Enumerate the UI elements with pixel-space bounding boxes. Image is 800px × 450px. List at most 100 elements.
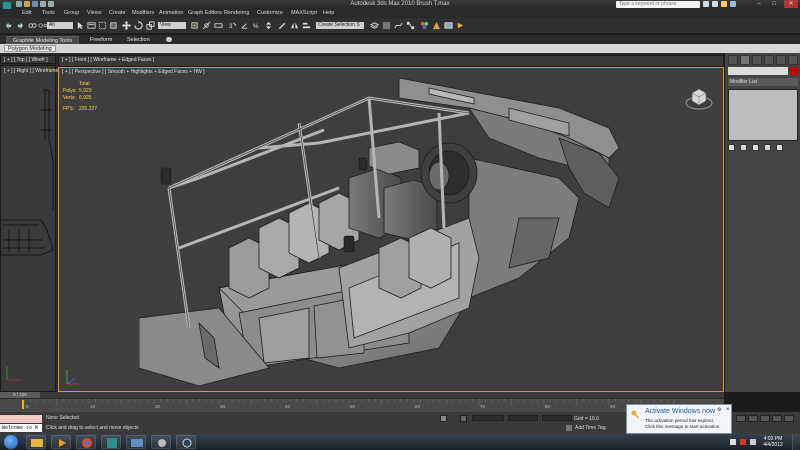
tab-selection[interactable]: Selection bbox=[121, 36, 156, 44]
next-frame-icon[interactable] bbox=[772, 415, 782, 422]
maxscript-mini-listener-top[interactable] bbox=[0, 415, 42, 423]
x-coordinate-field[interactable] bbox=[472, 415, 504, 421]
viewport-top[interactable]: [ + ] [ Top ] [ Wirefr ] bbox=[0, 55, 56, 64]
undo-tool-icon[interactable] bbox=[4, 21, 13, 30]
menu-rendering[interactable]: Rendering bbox=[224, 10, 249, 16]
keyboard-shortcut-icon[interactable] bbox=[214, 21, 223, 30]
display-tab-icon[interactable] bbox=[776, 55, 786, 65]
menu-maxscript[interactable]: MAXScript bbox=[291, 10, 317, 16]
scale-icon[interactable] bbox=[146, 21, 155, 30]
rotate-icon[interactable] bbox=[134, 21, 143, 30]
modifier-list-dropdown[interactable]: Modifier List bbox=[728, 78, 798, 86]
rect-selection-icon[interactable] bbox=[98, 21, 107, 30]
help-search-input[interactable]: Type a keyword or phrase bbox=[616, 1, 700, 8]
system-clock[interactable]: 4:03 PM 4/4/2012 bbox=[758, 436, 788, 448]
show-end-result-icon[interactable] bbox=[740, 144, 747, 151]
create-tab-icon[interactable] bbox=[728, 55, 738, 65]
select-by-name-icon[interactable] bbox=[87, 21, 96, 30]
track-bar[interactable]: 0 10 20 30 40 50 60 70 80 90 100 bbox=[0, 398, 724, 412]
tab-freeform[interactable]: Freeform bbox=[84, 36, 118, 44]
mirror-icon[interactable] bbox=[290, 21, 299, 30]
toast-close-icon[interactable]: × bbox=[726, 407, 730, 413]
reference-coord-select[interactable]: View bbox=[158, 22, 186, 29]
make-unique-icon[interactable] bbox=[752, 144, 759, 151]
tray-flag-icon[interactable] bbox=[730, 439, 736, 445]
pivot-center-icon[interactable] bbox=[190, 21, 199, 30]
search-icon[interactable] bbox=[703, 1, 709, 7]
taskbar-app-icon[interactable] bbox=[151, 435, 171, 449]
object-name-field[interactable] bbox=[728, 67, 788, 75]
rendered-frame-icon[interactable] bbox=[444, 21, 453, 30]
close-button[interactable]: ✕ bbox=[784, 0, 798, 8]
menu-help[interactable]: Help bbox=[323, 10, 334, 16]
tab-graphite-modeling-tools[interactable]: Graphite Modeling Tools bbox=[6, 36, 80, 44]
viewport-perspective[interactable]: [ + ] [ Perspective ] [ Smooth + Highlig… bbox=[58, 67, 724, 392]
time-tag-icon[interactable] bbox=[566, 425, 572, 431]
taskbar-steam-icon[interactable] bbox=[176, 435, 196, 449]
z-coordinate-field[interactable] bbox=[542, 415, 572, 421]
material-editor-icon[interactable] bbox=[420, 21, 429, 30]
go-to-start-icon[interactable] bbox=[736, 415, 746, 422]
menu-customize[interactable]: Customize bbox=[257, 10, 283, 16]
activation-notification[interactable]: Activate Windows now ⚙ × The activation … bbox=[626, 404, 732, 434]
schematic-view-icon[interactable] bbox=[406, 21, 415, 30]
select-manipulate-icon[interactable] bbox=[202, 21, 211, 30]
viewport-front-label[interactable]: [ + ] [ Front ] [ Wireframe + Edged Face… bbox=[62, 57, 154, 63]
snap-3d-icon[interactable]: 3 bbox=[228, 21, 237, 30]
favorites-icon[interactable] bbox=[721, 1, 727, 7]
taskbar-3dsmax-icon[interactable] bbox=[101, 435, 121, 449]
select-object-icon[interactable] bbox=[76, 21, 85, 30]
y-coordinate-field[interactable] bbox=[508, 415, 538, 421]
toast-options-icon[interactable]: ⚙ bbox=[717, 407, 721, 413]
viewport-top-label[interactable]: [ + ] [ Top ] [ Wirefr ] bbox=[4, 57, 48, 63]
menu-views[interactable]: Views bbox=[87, 10, 102, 16]
menu-edit[interactable]: Edit bbox=[22, 10, 31, 16]
go-to-end-icon[interactable] bbox=[784, 415, 794, 422]
menu-create[interactable]: Create bbox=[109, 10, 126, 16]
curve-editor-icon[interactable] bbox=[394, 21, 403, 30]
menu-animation[interactable]: Animation bbox=[159, 10, 183, 16]
window-crossing-icon[interactable] bbox=[109, 21, 118, 30]
remove-modifier-icon[interactable] bbox=[764, 144, 771, 151]
maximize-button[interactable]: □ bbox=[767, 0, 781, 8]
menu-graph-editors[interactable]: Graph Editors bbox=[188, 10, 222, 16]
render-setup-icon[interactable] bbox=[432, 21, 441, 30]
render-production-icon[interactable] bbox=[456, 21, 465, 30]
viewport-right[interactable]: [ + ] [ Right ] [ Wireframe ] bbox=[0, 65, 61, 392]
edit-named-selection-icon[interactable] bbox=[278, 21, 287, 30]
communication-center-icon[interactable] bbox=[712, 1, 718, 7]
help-icon[interactable] bbox=[730, 1, 736, 7]
absolute-transform-icon[interactable] bbox=[460, 415, 467, 422]
tray-antivirus-icon[interactable] bbox=[740, 439, 746, 445]
menu-modifiers[interactable]: Modifiers bbox=[132, 10, 154, 16]
unlink-icon[interactable] bbox=[38, 21, 47, 30]
redo-tool-icon[interactable] bbox=[16, 21, 25, 30]
show-desktop-button[interactable] bbox=[792, 434, 800, 450]
viewport-front[interactable]: [ + ] [ Front ] [ Wireframe + Edged Face… bbox=[58, 55, 724, 67]
taskbar-explorer-icon[interactable] bbox=[26, 435, 46, 449]
menu-tools[interactable]: Tools bbox=[42, 10, 55, 16]
layer-manager-icon[interactable] bbox=[370, 21, 379, 30]
angle-snap-icon[interactable] bbox=[240, 21, 249, 30]
previous-frame-icon[interactable] bbox=[748, 415, 758, 422]
maxscript-mini-listener[interactable]: Welcome to M bbox=[0, 424, 42, 432]
percent-snap-icon[interactable]: % bbox=[252, 21, 261, 30]
add-time-tag-button[interactable]: Add Time Tag bbox=[575, 425, 605, 431]
viewport-right-label[interactable]: [ + ] [ Right ] [ Wireframe ] bbox=[4, 68, 61, 74]
configure-modifier-sets-icon[interactable] bbox=[776, 144, 783, 151]
viewcube-icon[interactable] bbox=[684, 83, 714, 113]
lock-selection-icon[interactable] bbox=[440, 415, 447, 422]
polygon-modeling-panel-button[interactable]: Polygon Modeling bbox=[4, 45, 56, 52]
move-icon[interactable] bbox=[122, 21, 131, 30]
tray-volume-icon[interactable] bbox=[750, 439, 756, 445]
hierarchy-tab-icon[interactable] bbox=[752, 55, 762, 65]
object-color-swatch[interactable] bbox=[790, 67, 798, 75]
spinner-snap-icon[interactable] bbox=[264, 21, 273, 30]
link-icon[interactable] bbox=[28, 21, 37, 30]
motion-tab-icon[interactable] bbox=[764, 55, 774, 65]
start-button[interactable] bbox=[4, 435, 18, 449]
minimize-button[interactable]: – bbox=[752, 0, 766, 8]
modifier-stack[interactable] bbox=[728, 89, 798, 141]
graphite-toggle-icon[interactable] bbox=[382, 21, 391, 30]
ribbon-toggle-icon[interactable] bbox=[166, 37, 172, 42]
